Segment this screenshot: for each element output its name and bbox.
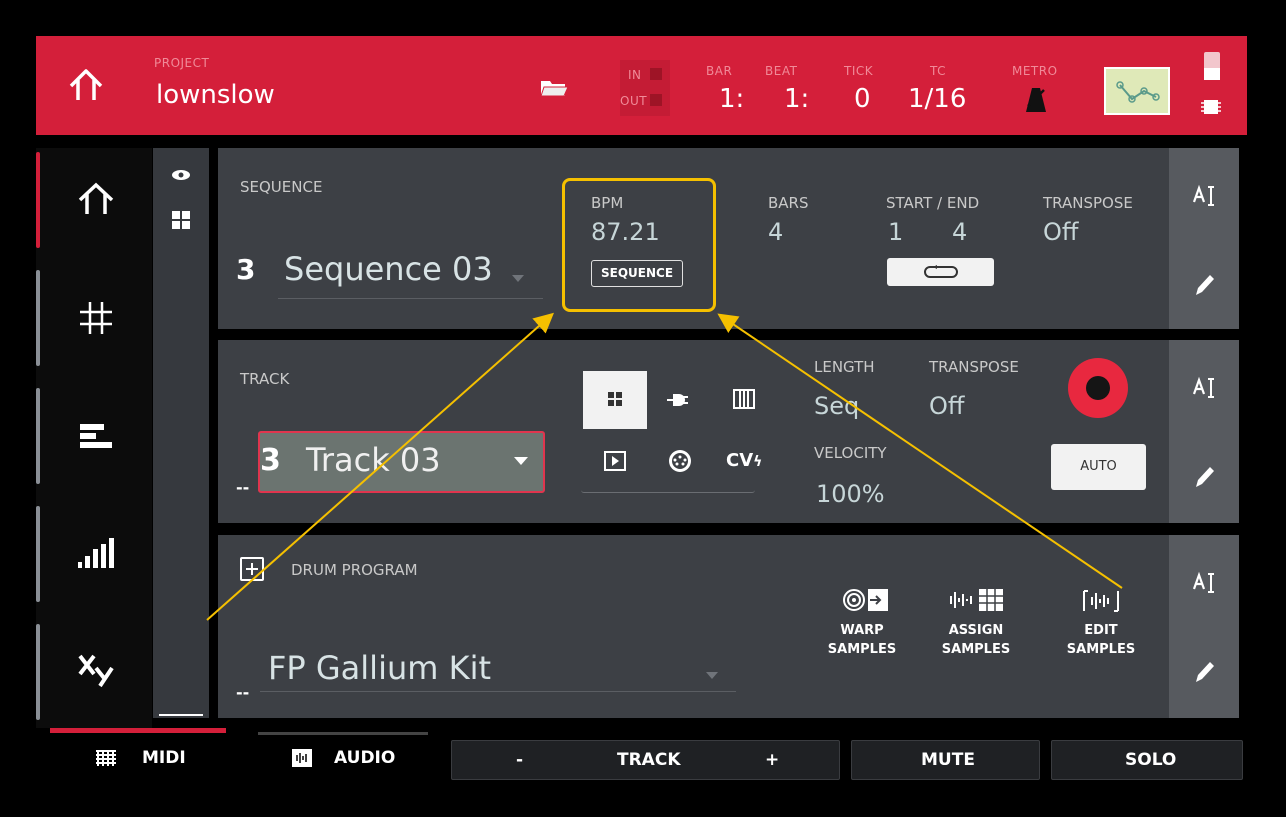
midi-grid-icon [96,750,116,766]
mute-label: MUTE [921,750,975,770]
tab-midi[interactable]: MIDI [96,748,216,774]
track-nav-label: TRACK [617,750,681,770]
midi-tab-indicator [50,728,226,733]
tab-audio[interactable]: AUDIO [292,748,422,774]
solo-button[interactable]: SOLO [1051,740,1243,780]
solo-label: SOLO [1125,750,1177,770]
track-prev-button[interactable]: - [516,750,523,770]
mute-button[interactable]: MUTE [851,740,1040,780]
audio-wave-icon [292,749,312,767]
track-next-button[interactable]: + [765,750,779,770]
tab-audio-label: AUDIO [334,748,396,768]
track-nav-group: - TRACK + [451,740,840,780]
annotation-arrows [206,312,1123,621]
tab-midi-label: MIDI [142,748,186,768]
audio-tab-indicator [258,732,428,735]
